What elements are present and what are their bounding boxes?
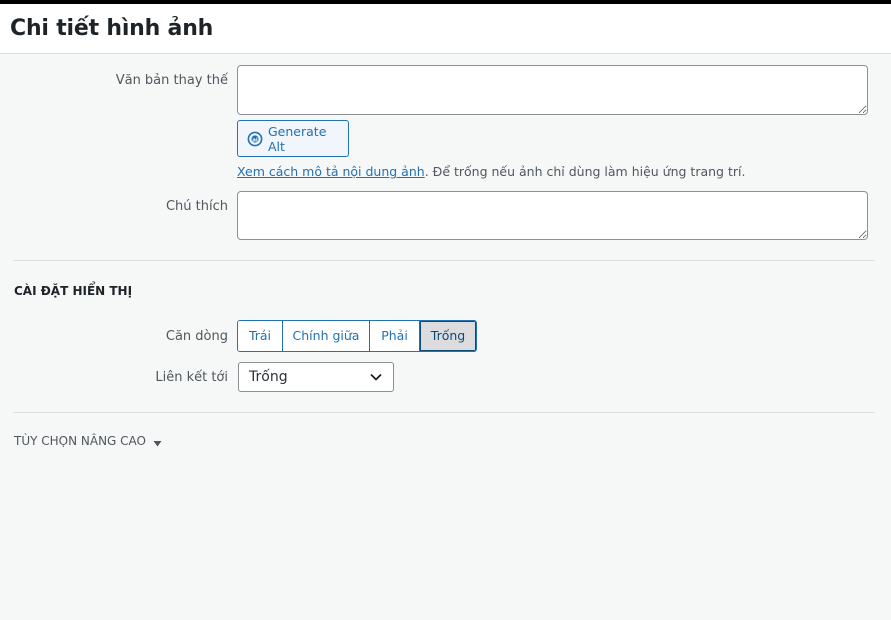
link-to-value: Trống [249,369,288,385]
generate-alt-button[interactable]: ai Generate Alt [237,120,349,157]
triangle-down-icon [153,437,162,446]
link-to-label: Liên kết tới [155,370,228,385]
caption-input[interactable] [237,191,868,240]
advanced-options-toggle[interactable]: TÙY CHỌN NÂNG CAO [14,434,162,448]
align-center-button[interactable]: Chính giữa [283,321,370,351]
describe-image-link[interactable]: Xem cách mô tả nội dung ảnh [237,164,425,179]
alt-text-input[interactable] [237,65,868,115]
divider [13,412,875,413]
align-label: Căn dòng [165,329,228,344]
caption-label: Chú thích [165,199,228,214]
alt-text-label: Văn bản thay thế [115,73,228,88]
align-none-button[interactable]: Trống [420,321,476,351]
advanced-options-label: TÙY CHỌN NÂNG CAO [14,434,146,448]
chevron-down-icon [369,370,383,384]
generate-alt-label: Generate Alt [268,123,327,154]
divider [13,260,875,261]
align-right-button[interactable]: Phải [370,321,420,351]
alt-help-text: Xem cách mô tả nội dung ảnh. Để trống nế… [237,164,745,179]
ai-icon: ai [247,131,263,147]
page-title: Chi tiết hình ảnh [10,16,214,41]
svg-text:ai: ai [252,137,258,143]
link-to-select[interactable]: Trống [238,362,394,392]
header: Chi tiết hình ảnh [0,4,891,54]
help-description: . Để trống nếu ảnh chỉ dùng làm hiệu ứng… [424,164,746,179]
align-left-button[interactable]: Trái [238,321,283,351]
align-button-group: Trái Chính giữa Phải Trống [237,320,477,352]
display-settings-title: CÀI ĐẶT HIỂN THỊ [14,284,133,298]
